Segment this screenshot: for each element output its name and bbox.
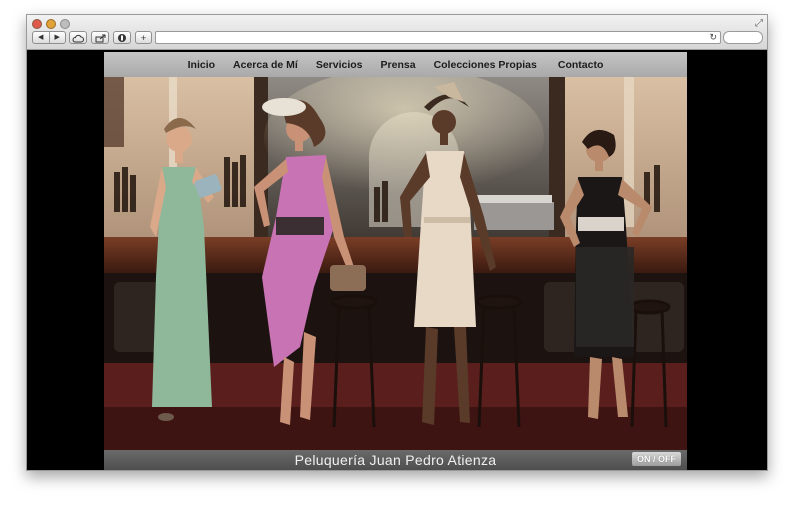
minimize-window-icon[interactable] [46, 19, 56, 29]
zoom-window-icon[interactable] [60, 19, 70, 29]
menu-prensa[interactable]: Prensa [372, 59, 425, 71]
menu-colecciones-propias[interactable]: Colecciones Propias [425, 59, 546, 71]
cloud-icon [72, 34, 84, 43]
address-bar[interactable]: ↻ [155, 31, 721, 44]
site-title: Peluquería Juan Pedro Atienza [294, 452, 497, 468]
footer-bar: Peluquería Juan Pedro Atienza ON / OFF [104, 450, 687, 470]
plus-icon: + [140, 33, 147, 43]
new-tab-button[interactable]: + [135, 31, 152, 44]
back-button[interactable]: ◀ [33, 32, 50, 43]
reload-icon[interactable]: ↻ [709, 32, 717, 43]
browser-window: ⤢ ◀ ▶ + ↻ Inicio Acerca de Mí Servicios … [26, 14, 768, 471]
fullscreen-icon[interactable]: ⤢ [755, 18, 763, 29]
hero-photo [104, 77, 687, 450]
history-icon [118, 34, 126, 42]
menu-contacto[interactable]: Contacto [546, 59, 613, 71]
website: Inicio Acerca de Mí Servicios Prensa Col… [104, 52, 687, 470]
browser-toolbar: ⤢ ◀ ▶ + ↻ [27, 15, 767, 50]
share-button[interactable] [91, 31, 109, 44]
forward-button[interactable]: ▶ [50, 32, 66, 43]
share-icon [95, 34, 105, 43]
main-menu: Inicio Acerca de Mí Servicios Prensa Col… [104, 52, 687, 77]
menu-servicios[interactable]: Servicios [307, 59, 372, 71]
close-window-icon[interactable] [32, 19, 42, 29]
window-controls [32, 19, 70, 29]
menu-inicio[interactable]: Inicio [179, 59, 224, 71]
search-field[interactable] [723, 31, 763, 44]
back-forward-buttons: ◀ ▶ [32, 31, 66, 44]
menu-acerca-de-mi[interactable]: Acerca de Mí [224, 59, 307, 71]
cloud-button[interactable] [69, 31, 87, 44]
hero-illustration [104, 77, 687, 450]
history-button[interactable] [113, 31, 131, 44]
on-off-toggle[interactable]: ON / OFF [632, 452, 681, 466]
